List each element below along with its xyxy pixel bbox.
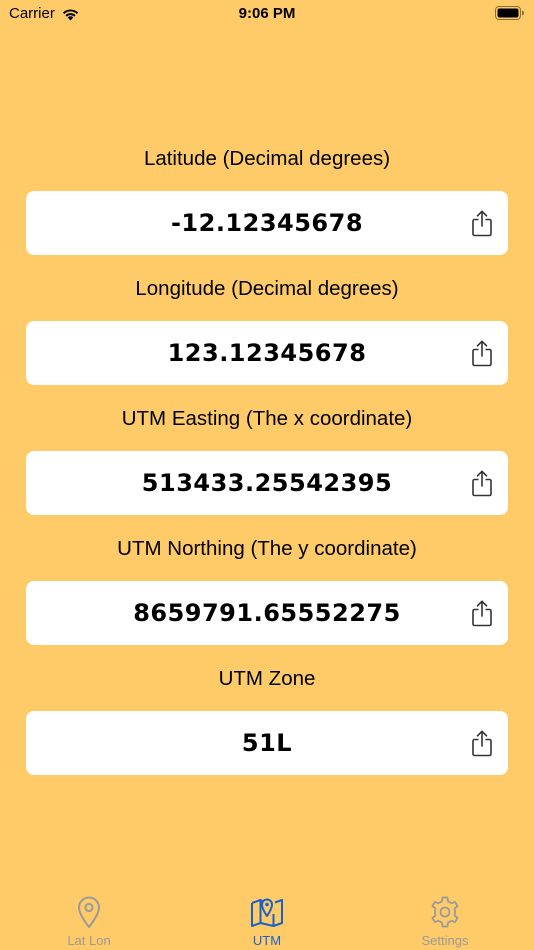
gear-icon: [431, 896, 459, 928]
utm-zone-value: 51L: [241, 729, 293, 757]
status-time: 9:06 PM: [238, 5, 296, 22]
tab-lat-lon-label: Lat Lon: [67, 933, 111, 948]
tab-utm-label: UTM: [252, 933, 282, 948]
utm-zone-value-box[interactable]: 51L: [26, 711, 508, 775]
battery-icon: [495, 6, 524, 20]
utm-easting-value-box[interactable]: 513433.25542395: [26, 451, 508, 515]
longitude-value: 123.12345678: [167, 339, 367, 367]
tab-settings[interactable]: Settings: [356, 890, 534, 950]
utm-easting-field: UTM Easting (The x coordinate) 513433.25…: [0, 400, 534, 515]
utm-converter-content: Latitude (Decimal degrees) -12.12345678 …: [0, 140, 534, 790]
status-bar: Carrier 9:06 PM: [0, 0, 534, 30]
utm-northing-value-box[interactable]: 8659791.65552275: [26, 581, 508, 645]
utm-northing-field: UTM Northing (The y coordinate) 8659791.…: [0, 530, 534, 645]
utm-zone-field: UTM Zone 51L: [0, 660, 534, 775]
longitude-label: Longitude (Decimal degrees): [135, 277, 399, 300]
share-icon[interactable]: [470, 470, 494, 497]
location-pin-icon: [78, 896, 100, 928]
tab-utm[interactable]: UTM: [178, 890, 356, 950]
tab-lat-lon[interactable]: Lat Lon: [0, 890, 178, 950]
utm-zone-label: UTM Zone: [218, 667, 316, 690]
latitude-value: -12.12345678: [170, 209, 364, 237]
utm-northing-value: 8659791.65552275: [133, 599, 401, 627]
map-icon: [251, 898, 283, 927]
longitude-field: Longitude (Decimal degrees) 123.12345678: [0, 270, 534, 385]
share-icon[interactable]: [470, 210, 494, 237]
utm-easting-label: UTM Easting (The x coordinate): [121, 407, 413, 430]
utm-easting-value: 513433.25542395: [141, 469, 393, 497]
longitude-value-box[interactable]: 123.12345678: [26, 321, 508, 385]
share-icon[interactable]: [470, 340, 494, 367]
utm-northing-label: UTM Northing (The y coordinate): [117, 537, 417, 560]
latitude-value-box[interactable]: -12.12345678: [26, 191, 508, 255]
tab-settings-label: Settings: [421, 933, 469, 948]
latitude-field: Latitude (Decimal degrees) -12.12345678: [0, 140, 534, 255]
latitude-label: Latitude (Decimal degrees): [143, 147, 391, 170]
share-icon[interactable]: [470, 730, 494, 757]
share-icon[interactable]: [470, 600, 494, 627]
tab-bar: Lat Lon UTM Settings: [0, 890, 534, 950]
